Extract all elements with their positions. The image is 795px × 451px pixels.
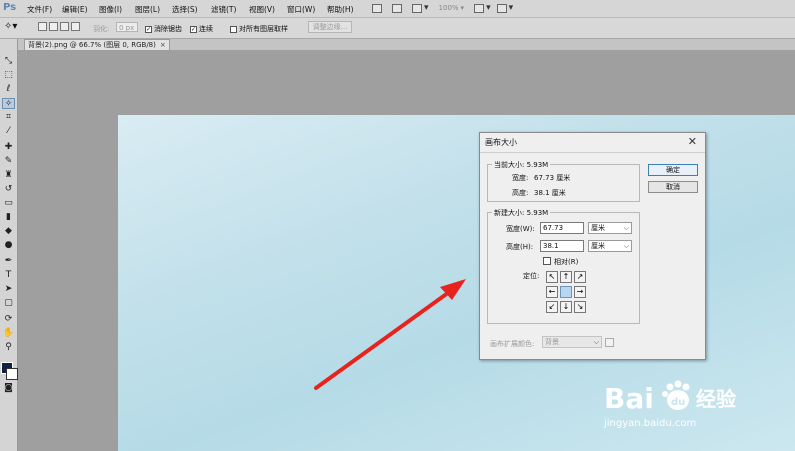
anchor-bottom-right[interactable]: ↘ xyxy=(574,301,586,313)
current-width-label: 宽度: xyxy=(512,174,529,182)
extension-color-select[interactable]: 背景 ⌵ xyxy=(542,336,602,348)
current-height-value: 38.1 厘米 xyxy=(534,189,566,197)
current-height-label: 高度: xyxy=(512,189,529,197)
anchor-bottom[interactable]: ↓ xyxy=(560,301,572,313)
height-unit-select[interactable]: 厘米 ⌵ xyxy=(588,240,632,252)
ok-button[interactable]: 确定 xyxy=(648,164,698,176)
width-input[interactable]: 67.73 xyxy=(540,222,584,234)
relative-checkbox[interactable] xyxy=(543,257,551,265)
extension-color-swatch[interactable] xyxy=(605,338,614,347)
canvas-size-dialog: 画布大小 ✕ 当前大小: 5.93M 宽度: 67.73 厘米 高度: 38.1… xyxy=(479,132,706,360)
extension-color-value: 背景 xyxy=(545,338,559,346)
watermark-jingyan: 经验 xyxy=(696,387,736,411)
height-unit-value: 厘米 xyxy=(591,242,605,250)
anchor-label: 定位: xyxy=(523,272,540,280)
anchor-center[interactable] xyxy=(560,286,572,298)
watermark-bai: Bai xyxy=(604,382,654,415)
close-icon[interactable]: ✕ xyxy=(688,135,697,148)
watermark-du: du xyxy=(671,397,685,408)
extension-color-label: 画布扩展颜色: xyxy=(490,340,535,348)
current-size-legend: 当前大小: 5.93M xyxy=(492,160,551,170)
new-size-legend: 新建大小: 5.93M xyxy=(492,208,551,218)
title-divider xyxy=(480,152,705,153)
anchor-top-right[interactable]: ↗ xyxy=(574,271,586,283)
anchor-right[interactable]: → xyxy=(574,286,586,298)
anchor-left[interactable]: ← xyxy=(546,286,558,298)
relative-label: 相对(R) xyxy=(554,258,579,266)
anchor-top[interactable]: ↑ xyxy=(560,271,572,283)
anchor-bottom-left[interactable]: ↙ xyxy=(546,301,558,313)
chevron-down-icon: ⌵ xyxy=(623,224,629,232)
baidu-jingyan-logo: Bai du 经验 xyxy=(604,380,736,415)
dialog-title: 画布大小 xyxy=(485,138,517,147)
chevron-down-icon: ⌵ xyxy=(623,242,629,250)
current-width-value: 67.73 厘米 xyxy=(534,174,571,182)
watermark-url: jingyan.baidu.com xyxy=(604,418,697,429)
width-unit-select[interactable]: 厘米 ⌵ xyxy=(588,222,632,234)
chevron-down-icon: ⌵ xyxy=(593,338,599,346)
height-label: 高度(H): xyxy=(506,243,534,251)
cancel-button[interactable]: 取消 xyxy=(648,181,698,193)
height-input[interactable]: 38.1 xyxy=(540,240,584,252)
arrow-shaft xyxy=(314,288,454,390)
width-unit-value: 厘米 xyxy=(591,224,605,232)
width-label: 宽度(W): xyxy=(506,225,535,233)
anchor-top-left[interactable]: ↖ xyxy=(546,271,558,283)
